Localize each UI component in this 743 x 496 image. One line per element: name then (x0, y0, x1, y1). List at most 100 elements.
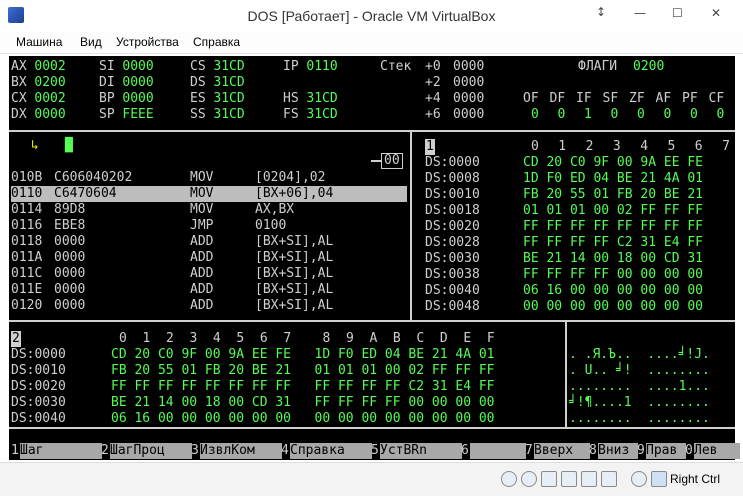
register-value[interactable]: 0000 (122, 59, 153, 75)
disasm-address[interactable]: 0110 (11, 186, 43, 202)
function-key-label[interactable]: Вверх (534, 443, 590, 459)
dump1-bytes[interactable]: FF FF FF FF FF FF FF FF (523, 219, 703, 235)
register-value[interactable]: 0200 (34, 75, 65, 91)
flag-value[interactable]: 0 (664, 107, 672, 123)
disasm-address[interactable]: 011C (11, 266, 42, 282)
minimize-button[interactable]: — (634, 6, 646, 20)
dump1-column-index: 7 (722, 139, 730, 154)
dump2-bytes[interactable]: CD 20 C0 9F 00 9A EE FE 1D F0 ED 04 BE 2… (111, 347, 495, 363)
function-key-label[interactable]: ШагПроц (110, 443, 192, 459)
optical-drive-icon[interactable] (501, 471, 517, 487)
dump1-bytes[interactable]: 01 01 01 00 02 FF FF FF (523, 203, 703, 219)
register-name: DS (190, 75, 206, 90)
register-value[interactable]: 31CD (306, 91, 337, 107)
register-value[interactable]: 0110 (306, 59, 337, 75)
disasm-address[interactable]: 010B (11, 170, 42, 186)
cd-icon[interactable] (521, 471, 537, 487)
title-bar: DOS [Работает] - Oracle VM VirtualBox ↕ … (0, 0, 743, 31)
dump1-bytes[interactable]: 1D F0 ED 04 BE 21 4A 01 (523, 171, 703, 187)
flag-value[interactable]: 1 (584, 107, 592, 123)
function-key-number: 8 (589, 443, 597, 458)
disasm-operands: [BX+SI],AL (255, 250, 334, 265)
dump1-bytes[interactable]: FF FF FF FF 00 00 00 00 (523, 267, 703, 283)
register-value[interactable]: 0000 (34, 107, 65, 123)
dump1-bytes[interactable]: FB 20 55 01 FB 20 BE 21 (523, 187, 703, 203)
disasm-operands: [0204],02 (255, 170, 326, 185)
dump1-address: DS:0038 (425, 267, 480, 282)
function-key-label[interactable]: Лев (694, 443, 740, 459)
dump2-bytes[interactable]: BE 21 14 00 18 00 CD 31 FF FF FF FF 00 0… (111, 395, 495, 411)
disasm-address[interactable]: 011E (11, 282, 42, 298)
register-value[interactable]: 0000 (122, 75, 153, 91)
dump1-bytes[interactable]: BE 21 14 00 18 00 CD 31 (523, 251, 703, 267)
register-name: CS (190, 59, 206, 74)
function-key-label[interactable]: УстBRn (380, 443, 462, 459)
dump1-bytes[interactable]: 00 00 00 00 00 00 00 00 (523, 299, 703, 315)
dump1-column-index: 0 (531, 139, 539, 154)
menu-view[interactable]: Вид (80, 35, 102, 49)
flag-value[interactable]: 0 (531, 107, 539, 123)
register-value[interactable]: FEEE (122, 107, 153, 123)
stack-offset: +2 (425, 75, 441, 90)
shared-folders-icon[interactable] (581, 471, 597, 487)
disasm-opcode: ADD (190, 298, 214, 313)
menu-help[interactable]: Справка (193, 35, 240, 49)
dump2-address: DS:0000 (11, 347, 66, 362)
register-value[interactable]: 31CD (213, 59, 244, 75)
function-key-label[interactable]: ИзвлКом (200, 443, 282, 459)
network-icon[interactable] (541, 471, 557, 487)
mouse-integration-icon[interactable] (631, 471, 647, 487)
disasm-operands: AX,BX (255, 202, 295, 217)
dump1-address: DS:0048 (425, 299, 480, 314)
disasm-bytes: 0000 (54, 250, 86, 265)
register-value[interactable]: 31CD (213, 91, 244, 107)
flag-name: ZF (629, 91, 645, 106)
register-value[interactable]: 31CD (306, 107, 337, 123)
register-value[interactable]: 31CD (213, 107, 244, 123)
disasm-bytes: C6470604 (54, 186, 117, 202)
flag-value[interactable]: 0 (690, 107, 698, 123)
function-key-label[interactable]: Прав (646, 443, 686, 459)
dump2-bytes[interactable]: 06 16 00 00 00 00 00 00 00 00 00 00 00 0… (111, 411, 495, 427)
dump1-address: DS:0000 (425, 155, 480, 170)
register-value[interactable]: 0002 (34, 91, 65, 107)
flag-value[interactable]: 0 (558, 107, 566, 123)
dump2-bytes[interactable]: FB 20 55 01 FB 20 BE 21 01 01 01 00 02 F… (111, 363, 495, 379)
command-cursor[interactable]: █ (65, 138, 73, 154)
close-button[interactable]: ✕ (711, 6, 721, 20)
function-key-label[interactable]: Вниз (598, 443, 638, 459)
menu-devices[interactable]: Устройства (116, 35, 179, 49)
maximize-button[interactable]: ☐ (672, 6, 683, 20)
function-key-bar: 1 Шаг 2 ШагПроц 3 ИзвлКом 4 Справка 5 УстBRn 6 7 Вве… (9, 442, 740, 460)
register-value[interactable]: 0000 (122, 91, 153, 107)
stack-value: 0000 (453, 59, 485, 74)
dump2-ascii: . .Я.Ъ.. ....╛!J. (569, 347, 710, 362)
disasm-address[interactable]: 0118 (11, 234, 42, 250)
disasm-address[interactable]: 011A (11, 250, 42, 266)
disasm-address[interactable]: 0116 (11, 218, 42, 234)
display-icon[interactable] (601, 471, 617, 487)
function-key-number: 0 (685, 443, 693, 458)
disasm-address[interactable]: 0114 (11, 202, 42, 218)
flag-value[interactable]: 0 (637, 107, 645, 123)
register-value[interactable]: 0002 (34, 59, 65, 75)
dump1-bytes[interactable]: 06 16 00 00 00 00 00 00 (523, 283, 703, 299)
menu-machine[interactable]: Машина (16, 35, 62, 49)
flag-value[interactable]: 0 (717, 107, 725, 123)
function-key-label[interactable]: Шаг (20, 443, 102, 459)
dump1-address: DS:0030 (425, 251, 480, 266)
flag-name: CF (708, 91, 725, 106)
dump2-bytes[interactable]: FF FF FF FF FF FF FF FF FF FF FF FF C2 3… (111, 379, 495, 395)
function-key-label[interactable] (470, 443, 526, 459)
usb-icon[interactable] (561, 471, 577, 487)
dump1-bytes[interactable]: CD 20 C0 9F 00 9A EE FE (523, 155, 703, 171)
disasm-address[interactable]: 0120 (11, 298, 42, 314)
register-value[interactable]: 31CD (213, 75, 244, 91)
register-name: AX (11, 59, 27, 74)
dump1-bytes[interactable]: FF FF FF FF C2 31 E4 FF (523, 235, 703, 251)
function-key-label[interactable]: Справка (290, 443, 372, 459)
arrange-icon[interactable]: ↕ (596, 5, 606, 19)
register-name: ES (190, 91, 206, 106)
vm-screen[interactable]: AX 0002 SI 0000 CS 31CD IP 0110 BX 0200 DI 0000 DS 31… (9, 56, 735, 460)
flag-value[interactable]: 0 (611, 107, 619, 123)
